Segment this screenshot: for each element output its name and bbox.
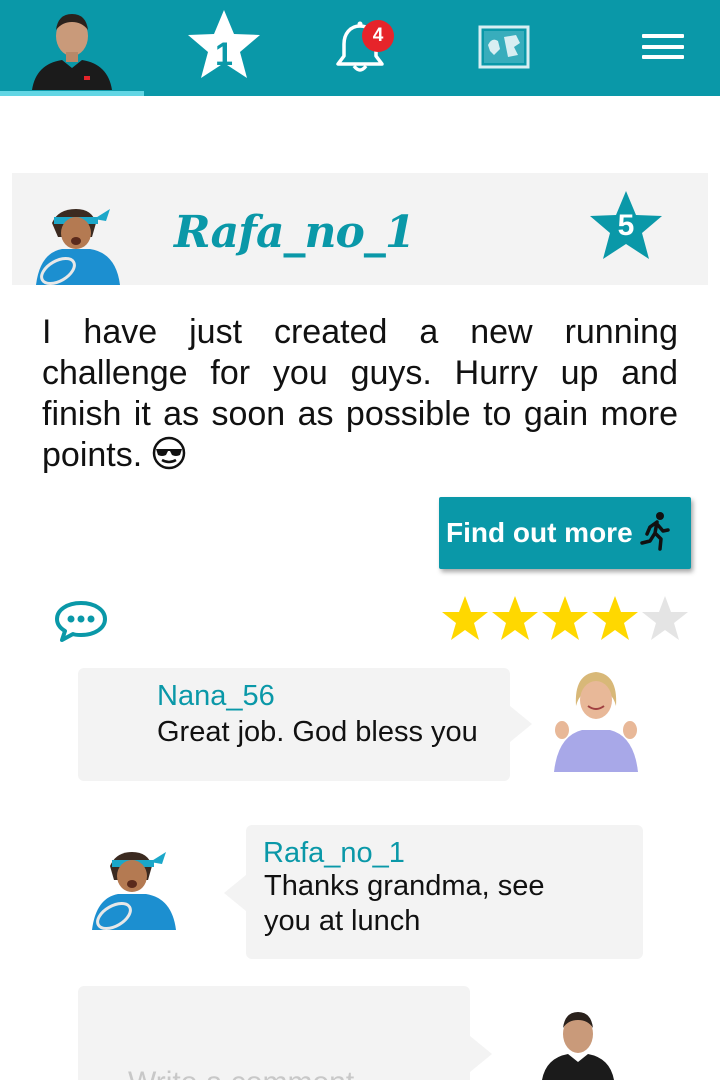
comment-input[interactable]: Write a comment — [78, 986, 492, 1080]
star-filled-icon[interactable] — [540, 594, 590, 644]
comment-text: Great job. God bless you — [157, 716, 478, 748]
author-avatar[interactable] — [32, 189, 124, 285]
hamburger-menu-icon[interactable] — [642, 34, 684, 64]
ranking-star-icon[interactable]: 1 — [186, 8, 262, 80]
sunglasses-face-icon — [152, 436, 185, 470]
comment-bubble: Rafa_no_1 Thanks grandma, see you at lun… — [224, 825, 643, 959]
post-body: I have just created a new running challe… — [42, 312, 678, 476]
post-text: I have just created a new running challe… — [42, 313, 678, 474]
post-rating[interactable] — [440, 594, 690, 644]
top-nav-bar: 1 4 — [0, 0, 720, 96]
star-filled-icon[interactable] — [490, 594, 540, 644]
comment-input-placeholder: Write a comment — [128, 1066, 354, 1080]
map-icon[interactable] — [478, 25, 530, 69]
notification-count-badge: 4 — [362, 20, 394, 52]
star-empty-icon[interactable] — [640, 594, 690, 644]
author-score-star-icon: 5 — [588, 189, 664, 261]
comments-icon[interactable] — [54, 600, 108, 642]
active-tab-indicator — [0, 91, 144, 96]
author-score-value: 5 — [617, 209, 635, 242]
ranking-value: 1 — [215, 36, 233, 72]
comment-username[interactable]: Nana_56 — [157, 680, 275, 713]
commenter-avatar[interactable] — [548, 666, 644, 772]
star-filled-icon[interactable] — [440, 594, 490, 644]
post-author-card: Rafa_no_1 5 — [12, 173, 708, 285]
commenter-avatar[interactable] — [86, 832, 182, 930]
comment-text: Thanks grandma, see you at lunch — [264, 870, 545, 937]
comment-username[interactable]: Rafa_no_1 — [263, 837, 405, 870]
author-username[interactable]: Rafa_no_1 — [174, 207, 415, 258]
current-user-avatar[interactable] — [538, 1004, 618, 1080]
running-person-icon — [640, 512, 670, 551]
find-out-more-button[interactable]: Find out more — [439, 497, 691, 569]
star-filled-icon[interactable] — [590, 594, 640, 644]
comment-bubble: Nana_56 Great job. God bless you — [78, 668, 532, 781]
find-out-more-label: Find out more — [446, 517, 633, 548]
profile-avatar[interactable] — [24, 6, 120, 90]
